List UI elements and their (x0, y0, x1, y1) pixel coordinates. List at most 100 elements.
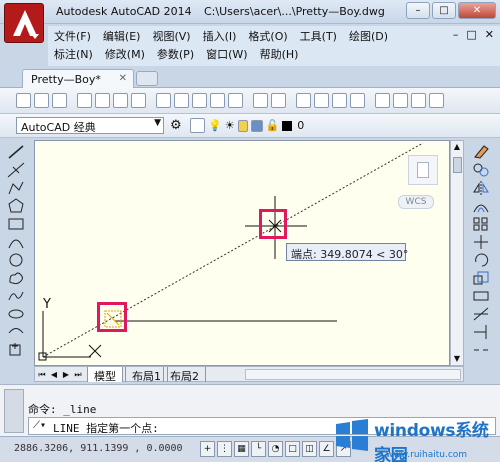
match-properties-icon[interactable] (210, 93, 225, 108)
redo-icon[interactable] (271, 93, 286, 108)
grid-display-icon[interactable]: ▦ (234, 441, 249, 457)
tab-layout1[interactable]: 布局1 (125, 367, 168, 383)
doc-close-button[interactable]: ✕ (485, 28, 494, 41)
menu-dimension[interactable]: 标注(N) (54, 46, 93, 62)
open-file-icon[interactable] (34, 93, 49, 108)
ellipse-tool-icon[interactable] (7, 306, 25, 322)
block-editor-icon[interactable] (228, 93, 243, 108)
menu-tools[interactable]: 工具(T) (300, 28, 337, 44)
menu-modify[interactable]: 修改(M) (105, 46, 145, 62)
scroll-down-icon[interactable]: ▼ (451, 353, 463, 365)
object-snap-icon[interactable]: □ (285, 441, 300, 457)
current-layer-value: 0 (297, 119, 305, 132)
extend-icon[interactable] (472, 324, 490, 340)
menu-file[interactable]: 文件(F) (54, 28, 91, 44)
polyline-tool-icon[interactable] (7, 180, 25, 196)
offset-icon[interactable] (472, 198, 490, 214)
trim-icon[interactable] (472, 306, 490, 322)
layer-properties-icon[interactable] (190, 118, 205, 133)
workspace-select[interactable]: AutoCAD 经典 ▼ (16, 117, 164, 134)
viewcube-face[interactable] (417, 162, 429, 178)
publish-icon[interactable] (113, 93, 128, 108)
stretch-icon[interactable] (472, 288, 490, 304)
mirror-icon[interactable] (472, 180, 490, 196)
modify-toolbar (468, 142, 494, 382)
tab-layout2[interactable]: 布局2 (163, 367, 206, 383)
tab-model[interactable]: 模型 (87, 367, 123, 383)
revision-cloud-icon[interactable] (7, 270, 25, 286)
scale-icon[interactable] (472, 270, 490, 286)
first-layout-icon[interactable]: ⏮ (37, 369, 47, 380)
infer-constraints-icon[interactable]: + (200, 441, 215, 457)
array-icon[interactable] (472, 216, 490, 232)
last-layout-icon[interactable]: ⏭ (73, 369, 83, 380)
break-icon[interactable] (472, 342, 490, 358)
erase-icon[interactable] (472, 144, 490, 160)
3d-dwf-icon[interactable] (131, 93, 146, 108)
coordinate-readout[interactable]: 2886.3206, 911.1399 , 0.0000 (14, 443, 183, 454)
insert-block-icon[interactable] (7, 342, 25, 358)
next-layout-icon[interactable]: ▶ (61, 369, 71, 380)
spline-tool-icon[interactable] (7, 288, 25, 304)
doc-minimize-button[interactable]: – (453, 28, 459, 41)
polygon-tool-icon[interactable] (7, 198, 25, 214)
menu-help[interactable]: 帮助(H) (260, 46, 299, 62)
3d-osnap-icon[interactable]: ◫ (302, 441, 317, 457)
plot-preview-icon[interactable] (95, 93, 110, 108)
zoom-realtime-icon[interactable] (314, 93, 329, 108)
horizontal-scrollbar[interactable] (245, 369, 461, 380)
undo-icon[interactable] (253, 93, 268, 108)
menu-view[interactable]: 视图(V) (152, 28, 190, 44)
zoom-window-icon[interactable] (332, 93, 347, 108)
viewcube[interactable] (408, 155, 438, 185)
file-tab-pretty-boy[interactable]: Pretty—Boy* ✕ (22, 69, 134, 88)
menu-draw[interactable]: 绘图(D) (349, 28, 388, 44)
zoom-previous-icon[interactable] (350, 93, 365, 108)
maximize-button[interactable]: □ (432, 2, 456, 19)
circle-tool-icon[interactable] (7, 252, 25, 268)
new-tab-button[interactable] (136, 71, 158, 86)
new-file-icon[interactable] (16, 93, 31, 108)
tool-palettes-icon[interactable] (411, 93, 426, 108)
menu-window[interactable]: 窗口(W) (206, 46, 247, 62)
layer-control[interactable]: 💡 ☀ 🔓 0 (190, 118, 304, 133)
move-icon[interactable] (472, 234, 490, 250)
menu-format[interactable]: 格式(O) (248, 28, 287, 44)
app-title: Autodesk AutoCAD 2014 (56, 5, 192, 18)
tab-close-icon[interactable]: ✕ (119, 73, 127, 84)
pan-icon[interactable] (296, 93, 311, 108)
save-icon[interactable] (52, 93, 67, 108)
ortho-mode-icon[interactable]: └ (251, 441, 266, 457)
construction-line-icon[interactable] (7, 162, 25, 178)
command-window-handle[interactable] (4, 389, 24, 433)
vertical-scrollbar[interactable]: ▲ ▼ (450, 140, 464, 366)
snap-mode-icon[interactable]: ⋮ (217, 441, 232, 457)
minimize-button[interactable]: – (406, 2, 430, 19)
paste-icon[interactable] (192, 93, 207, 108)
design-center-icon[interactable] (393, 93, 408, 108)
close-button[interactable]: ✕ (458, 2, 496, 19)
ellipse-arc-tool-icon[interactable] (7, 324, 25, 340)
copy-icon[interactable] (174, 93, 189, 108)
application-menu-button[interactable] (4, 3, 44, 43)
arc-tool-icon[interactable] (7, 234, 25, 250)
menu-bar: 文件(F) 编辑(E) 视图(V) 插入(I) 格式(O) 工具(T) 绘图(D… (48, 26, 500, 66)
plot-icon[interactable] (77, 93, 92, 108)
copy-object-icon[interactable] (472, 162, 490, 178)
polar-tracking-icon[interactable]: ◔ (268, 441, 283, 457)
scroll-up-icon[interactable]: ▲ (451, 141, 463, 153)
line-tool-icon[interactable] (7, 144, 25, 160)
menu-parametric[interactable]: 参数(P) (157, 46, 194, 62)
cut-icon[interactable] (156, 93, 171, 108)
scroll-thumb[interactable] (453, 157, 462, 173)
prev-layout-icon[interactable]: ◀ (49, 369, 59, 380)
doc-restore-button[interactable]: □ (466, 28, 476, 41)
gear-icon[interactable]: ⚙ (170, 118, 186, 134)
sheet-set-icon[interactable] (429, 93, 444, 108)
properties-icon[interactable] (375, 93, 390, 108)
menu-insert[interactable]: 插入(I) (203, 28, 237, 44)
wcs-button[interactable]: WCS (398, 195, 434, 209)
menu-edit[interactable]: 编辑(E) (103, 28, 141, 44)
rotate-icon[interactable] (472, 252, 490, 268)
rectangle-tool-icon[interactable] (7, 216, 25, 232)
